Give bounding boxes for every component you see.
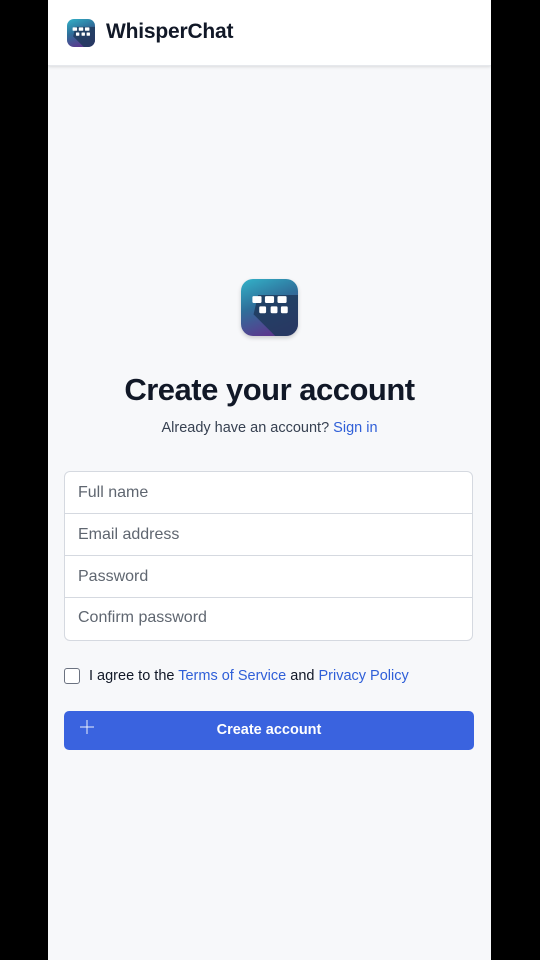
- whisperchat-logo-icon[interactable]: [67, 19, 95, 47]
- top-navbar: WhisperChat: [48, 0, 491, 66]
- sign-in-prompt: Already have an account? Sign in: [48, 420, 491, 436]
- terms-of-service-link[interactable]: Terms of Service: [178, 668, 286, 684]
- terms-agreement: I agree to the Terms of Service and Priv…: [64, 666, 484, 688]
- privacy-policy-link[interactable]: Privacy Policy: [318, 668, 408, 684]
- brand-name: WhisperChat: [106, 20, 234, 43]
- password-input[interactable]: [65, 556, 472, 598]
- terms-checkbox[interactable]: [64, 668, 80, 684]
- full-name-input[interactable]: [65, 472, 472, 514]
- sign-in-link[interactable]: Sign in: [333, 420, 377, 436]
- terms-prefix-text: I agree to the: [89, 668, 175, 684]
- email-input[interactable]: [65, 514, 472, 556]
- signup-form: [64, 471, 473, 641]
- terms-agreement-text: I agree to the Terms of Service and Priv…: [89, 668, 409, 684]
- app-frame: WhisperChat Create your account Already …: [48, 0, 491, 960]
- whisperchat-logo-icon: [241, 279, 298, 336]
- terms-conjunction-text: and: [290, 668, 315, 684]
- sign-in-prompt-text: Already have an account?: [161, 420, 330, 436]
- confirm-password-input[interactable]: [65, 598, 472, 638]
- create-account-label: Create account: [216, 722, 322, 738]
- page-title: Create your account: [124, 372, 415, 407]
- create-account-button[interactable]: Create account: [64, 711, 474, 750]
